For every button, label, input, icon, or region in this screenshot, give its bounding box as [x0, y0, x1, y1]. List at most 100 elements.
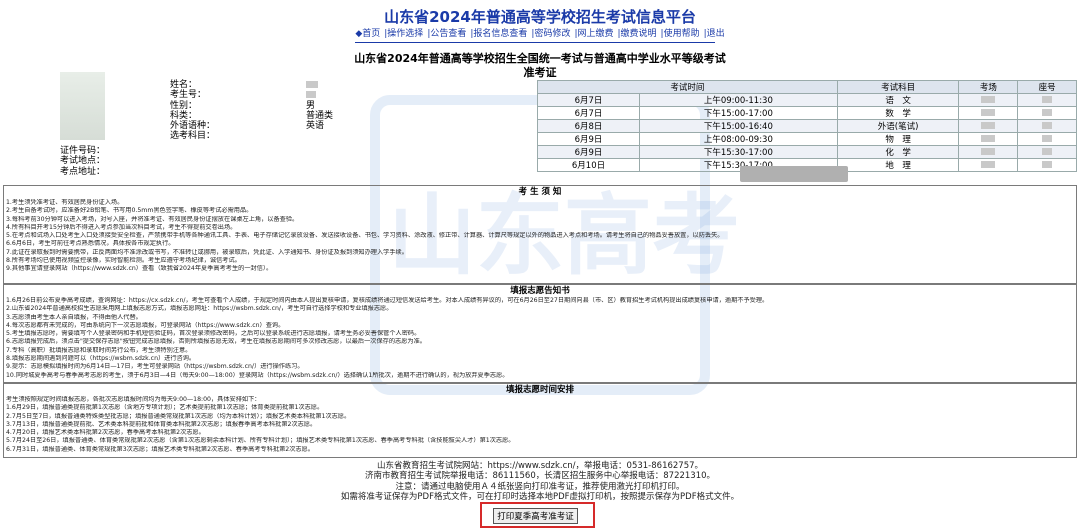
list-item: 9.其他事宜请登录网站（https://www.sdzk.cn）查看（致我省20… — [6, 265, 273, 273]
cell-date: 6月7日 — [536, 93, 641, 107]
footer-line: 山东省教育招生考试院网站：https://www.sdzk.cn/，举报电话：0… — [376, 461, 704, 471]
label-exam-number: 考生号： — [170, 90, 207, 101]
header-room: 考场 — [958, 80, 1019, 94]
list-item: 10.同时城夏季高考与春季高考志愿的考生，须于6月3日—4日（每天9:00—18… — [6, 371, 509, 379]
cell-room — [958, 119, 1019, 133]
header-exam-time: 考试时间 — [537, 80, 838, 94]
redacted-exam-number — [306, 91, 316, 99]
cell-seat — [1017, 158, 1077, 172]
nav-registration-info[interactable]: |报名信息查看 — [470, 29, 527, 39]
cell-seat — [1017, 145, 1077, 159]
list-item: 3.志愿须由考生本人亲自填报，不得由他人代替。 — [6, 313, 142, 321]
list-item: 4.7月20日，填报艺术类本科批第2次志愿，春季高考本科批第2次志愿。 — [6, 429, 205, 437]
cell-seat — [1017, 93, 1077, 107]
cell-date: 6月9日 — [536, 145, 641, 159]
cell-date: 6月10日 — [536, 158, 641, 172]
application-notice-section: 填报志愿告知书 1.6月26日前公布夏季高考成绩，查询网址：https://cx… — [3, 283, 1077, 383]
cell-room — [958, 93, 1019, 107]
cell-seat — [1017, 119, 1077, 133]
cell-time: 下午15:30-17:00 — [639, 145, 838, 159]
candidate-info-labels: 姓名： 考生号： 性别： 科类： 外语语种： 选考科目： — [170, 80, 215, 142]
nav-logout[interactable]: |退出 — [704, 29, 725, 39]
list-item: 1.6月26日前公布夏季高考成绩，查询网址：https://cx.sdzk.cn… — [6, 297, 769, 304]
application-notice-body: 1.6月26日前公布夏季高考成绩，查询网址：https://cx.sdzk.cn… — [4, 297, 1076, 380]
label-exam-location: 考试地点： — [60, 156, 106, 167]
application-schedule-section: 填报志愿时间安排 考生须按照规定时间填报志愿，各批次志愿填报时间均为每天9:00… — [3, 382, 1077, 458]
table-row: 6月9日 上午08:00-09:30 物 理 — [536, 132, 1077, 146]
exam-schedule-table: 考试时间 考试科目 考场 座号 6月7日 上午09:00-11:30 语 文 6月7… — [536, 80, 1077, 172]
list-item: 5.在考点和试场入口处考生入口处须接受安全检查，严禁携带手机等各种通讯工具、手表… — [6, 232, 724, 240]
label-elective: 选考科目： — [170, 131, 216, 142]
label-id-number: 证件号码： — [60, 146, 106, 156]
list-item: 8.填报志愿期间遇到问题可以（https://wsbm.sdzk.cn）进行咨询… — [6, 355, 196, 363]
application-schedule-body: 考生须按照规定时间填报志愿，各批次志愿填报时间均为每天9:00—18:00，具体… — [4, 396, 1076, 454]
redacted-exam-address — [740, 166, 848, 182]
cell-date: 6月9日 — [536, 132, 641, 146]
cell-time: 下午15:00-17:00 — [639, 106, 838, 120]
cell-subject: 物 理 — [836, 132, 960, 146]
list-item: 2.考生自备考试时，应准备好2B铅笔、书写用0.5mm黑色签字笔、橡皮等考试必需… — [6, 207, 253, 215]
cell-room — [958, 145, 1019, 159]
footer-line: 济南市教育招生考试院举报电话：86111560，长清区招生服务中心举报电话：87… — [364, 471, 716, 482]
application-schedule-title: 填报志愿时间安排 — [4, 383, 1076, 396]
cell-time: 上午08:00-09:30 — [639, 132, 838, 146]
candidate-info-values: 男 普通类 英语 — [306, 80, 333, 142]
cell-time: 下午15:00-16:40 — [639, 119, 838, 133]
cell-seat — [1017, 106, 1077, 120]
cell-seat — [1017, 132, 1077, 146]
list-item: 6.7月31日，填报普通类、体育类常规批第3次志愿；填报艺术类专科批第2次志愿、… — [6, 445, 314, 453]
candidate-info-labels-2: 证件号码： 考试地点： 考点地址： — [60, 146, 105, 177]
footer-contact: 山东省教育招生考试院网站：https://www.sdzk.cn/，举报电话：0… — [0, 461, 1080, 502]
list-item: 7.专科（高职）批填报志愿和录取时间另行公布，考生须特别注意。 — [6, 346, 192, 354]
nav-password[interactable]: |密码修改 — [531, 29, 570, 39]
list-item: 6.6月6日，考生可前往考点熟悉情况，具体按各市规定执行。 — [6, 240, 175, 248]
nav-operation[interactable]: |操作选择 — [384, 29, 423, 39]
table-row: 6月8日 下午15:00-16:40 外语(笔试) — [536, 119, 1077, 133]
nav-payment-help[interactable]: |缴费说明 — [618, 29, 657, 39]
list-item: 2.山东省2024年普通高校招生志愿采用网上填报志愿方式，填报志愿网址：http… — [6, 305, 393, 313]
candidate-notice-section: 考 生 须 知 1.考生须凭准考证、有效居民身份证入场。 2.考生自备考试时，应… — [3, 185, 1077, 284]
table-row: 6月7日 下午15:00-17:00 数 学 — [536, 106, 1077, 120]
nav-payment[interactable]: |网上缴费 — [574, 29, 613, 39]
list-item: 1.6月29日，填报普通类提前批第1次志愿（含地方专项计划）；艺术类提前批第1次… — [6, 404, 324, 412]
admission-ticket-title: 山东省2024年普通高等学校招生全国统一考试与普通高中学业水平等级考试 准考证 — [0, 52, 1080, 80]
label-gender: 性别： — [170, 100, 198, 111]
cell-subject: 数 学 — [836, 106, 960, 120]
nav-announcements[interactable]: |公告查看 — [427, 29, 466, 39]
notice-title: 考 生 须 知 — [518, 187, 562, 197]
cell-subject: 外语(笔试) — [836, 119, 960, 133]
label-exam-address: 考点地址： — [60, 166, 106, 177]
list-item: 3.每科考前30分钟可以进入考场，对号入座，并将准考证、有效居民身份证摆放在课桌… — [6, 215, 299, 223]
footer-line: 如需将准考证保存为PDF格式文件，可在打印时选择本地PDF虚拟打印机，按照提示保… — [340, 491, 740, 502]
table-row: 6月9日 下午15:30-17:00 化 学 — [536, 145, 1077, 159]
notice-body: 1.考生须凭准考证、有效居民身份证入场。 2.考生自备考试时，应准备好2B铅笔、… — [4, 199, 1076, 274]
schedule-header-row: 考试时间 考试科目 考场 座号 — [537, 80, 1077, 94]
nav-home[interactable]: ◆首页 — [355, 29, 380, 39]
cell-date: 6月8日 — [536, 119, 641, 133]
cell-room — [958, 132, 1019, 146]
value-language: 英语 — [306, 121, 325, 132]
list-item: 6.志愿填报完成后，须点击"提交保存志愿"按钮完成志愿填报，否则所填报志愿无效，… — [6, 338, 426, 346]
nav-divider — [355, 42, 715, 43]
doc-title-line2: 准考证 — [523, 66, 557, 79]
header-exam-subject: 考试科目 — [836, 80, 960, 94]
list-item: 5.7月24日至26日，填报普通类、体育类常规批第2次志愿（含第1次志愿剩余本科… — [6, 437, 515, 445]
footer-line: 注意：请通过电脑使用Ａ４纸张竖向打印准考证，推荐使用激光打印机打印。 — [395, 481, 685, 492]
list-item: 8.所有考场均已使用视频监控录像，实时智能检测。考生应遵守考场纪律，诚信考试。 — [6, 257, 241, 265]
nav-help[interactable]: |使用帮助 — [661, 29, 700, 39]
cell-time: 上午09:00-11:30 — [639, 93, 838, 107]
list-item: 1.考生须凭准考证、有效居民身份证入场。 — [6, 199, 124, 206]
top-nav: ◆首页 |操作选择 |公告查看 |报名信息查看 |密码修改 |网上缴费 |缴费说明 |使用帮助… — [0, 26, 1080, 39]
list-item: 5.考生填报志愿时，需要填写个人登录密码和手机短信验证码，首次登录须修改密码，之… — [6, 330, 421, 338]
label-language: 外语语种： — [170, 121, 216, 132]
print-admission-ticket-button[interactable]: 打印夏季高考准考证 — [493, 508, 578, 524]
list-item: 2.7月5日至7日，填报普通类特殊类型批志愿；填报普通类常规批第1次志愿（均为本… — [6, 412, 351, 420]
candidate-photo — [60, 72, 105, 140]
cell-room — [958, 106, 1019, 120]
redacted-name — [306, 81, 318, 88]
list-item: 4.每次志愿都有未完成的，可由系统向下一次志愿填报，可登录网站（https://… — [6, 321, 285, 329]
application-notice-title: 填报志愿告知书 — [4, 284, 1076, 297]
list-item: 4.所有科目开考15分钟后不得进入考点参加当次科目考试，考生不得提前交卷出场。 — [6, 223, 237, 231]
cell-date: 6月7日 — [536, 106, 641, 120]
table-row: 6月7日 上午09:00-11:30 语 文 — [536, 93, 1077, 107]
